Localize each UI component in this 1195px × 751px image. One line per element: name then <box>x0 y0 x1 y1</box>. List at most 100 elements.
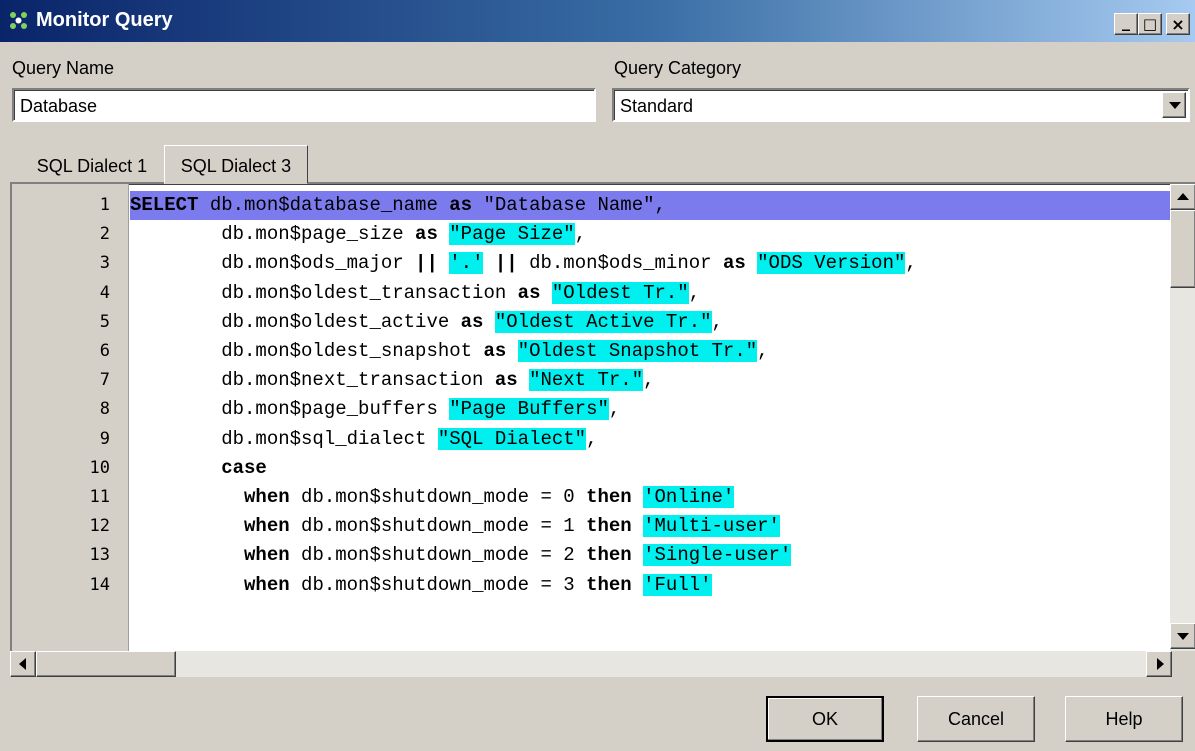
scroll-down-button[interactable] <box>1170 623 1195 649</box>
title-bar: Monitor Query _ □ × <box>0 0 1195 42</box>
horizontal-scrollbar[interactable] <box>10 651 1172 677</box>
sql-text: , <box>757 340 769 362</box>
sql-keyword: as <box>415 223 438 246</box>
sql-text: db.mon$shutdown_mode = 0 <box>289 486 587 508</box>
line-number: 12 <box>89 516 110 537</box>
monitor-query-icon <box>10 12 27 29</box>
chevron-down-icon <box>1169 102 1181 109</box>
line-number: 13 <box>89 545 110 566</box>
ok-label: OK <box>811 708 838 729</box>
code-line[interactable]: db.mon$sql_dialect "SQL Dialect", <box>130 425 598 454</box>
sql-text: , <box>643 369 655 392</box>
ok-button[interactable]: OK <box>766 696 884 742</box>
sql-keyword: case <box>221 456 267 479</box>
scroll-left-button[interactable] <box>10 651 36 677</box>
sql-string: 'Full' <box>643 573 712 596</box>
sql-keyword: || <box>415 252 438 275</box>
sql-keyword: as <box>517 281 541 304</box>
sql-keyword: || <box>494 252 518 275</box>
sql-keyword: then <box>586 515 632 538</box>
tab-label: SQL Dialect 1 <box>36 156 148 176</box>
sql-text: , <box>586 427 598 450</box>
sql-keyword: as <box>449 194 473 216</box>
code-line[interactable]: when db.mon$shutdown_mode = 2 then 'Sing… <box>130 541 792 570</box>
help-label: Help <box>1105 708 1143 729</box>
horizontal-scroll-thumb[interactable] <box>36 651 176 677</box>
code-line[interactable]: db.mon$oldest_active as "Oldest Active T… <box>130 308 723 337</box>
code-line[interactable]: db.mon$next_transaction as "Next Tr.", <box>130 366 655 395</box>
category-dropdown-button[interactable] <box>1162 92 1186 118</box>
sql-editor[interactable]: 1 2 3 4 5 6 7 8 9 10 11 12 13 14 SELECT db.mon$databa… <box>10 182 1195 677</box>
sql-text: , <box>608 398 621 421</box>
code-line[interactable]: db.mon$oldest_transaction as "Oldest Tr.… <box>130 279 700 308</box>
query-category-select[interactable]: Standard <box>612 88 1190 122</box>
sql-text: db.mon$next_transaction <box>130 369 495 392</box>
help-button[interactable]: Help <box>1065 696 1183 742</box>
line-number: 10 <box>89 457 110 478</box>
sql-text: db.mon$database_name <box>198 194 450 216</box>
sql-string: "SQL Dialect" <box>437 427 587 450</box>
sql-text: , <box>688 281 701 304</box>
arrow-down-icon <box>1177 633 1189 640</box>
cancel-button[interactable]: Cancel <box>917 696 1035 742</box>
code-line[interactable]: db.mon$page_size as "Page Size", <box>130 220 586 249</box>
vertical-scrollbar[interactable] <box>1170 184 1195 675</box>
line-number: 6 <box>99 341 110 361</box>
cancel-label: Cancel <box>947 708 1005 729</box>
code-line[interactable]: db.mon$oldest_snapshot as "Oldest Snapsh… <box>130 337 769 366</box>
sql-keyword: as <box>722 252 746 275</box>
tab-sql-dialect-1[interactable]: SQL Dialect 1 <box>20 148 164 182</box>
code-line-selected[interactable]: SELECT db.mon$database_name as "Database… <box>130 191 1173 220</box>
scroll-up-button[interactable] <box>1170 184 1195 210</box>
line-number: 1 <box>99 195 110 215</box>
sql-string: "Page Buffers" <box>449 398 609 421</box>
sql-string: 'Multi-user' <box>643 515 780 538</box>
line-number: 4 <box>99 282 110 303</box>
maximize-button[interactable]: □ <box>1138 13 1162 35</box>
code-line[interactable]: case <box>130 454 267 483</box>
query-category-label: Query Category <box>614 58 742 78</box>
sql-text: db.mon$sql_dialect <box>130 427 438 450</box>
close-button[interactable]: × <box>1166 13 1190 35</box>
sql-keyword: when <box>244 515 290 538</box>
code-line[interactable]: db.mon$page_buffers "Page Buffers", <box>130 395 620 424</box>
sql-text: db.mon$oldest_transaction <box>130 281 518 304</box>
line-number: 8 <box>99 399 110 420</box>
line-number: 11 <box>89 487 110 507</box>
sql-string: 'Single-user' <box>643 544 792 567</box>
line-number: 5 <box>99 311 110 332</box>
line-number-gutter: 1 2 3 4 5 6 7 8 9 10 11 12 13 14 <box>12 184 129 675</box>
code-line[interactable]: when db.mon$shutdown_mode = 0 then 'Onli… <box>130 483 735 512</box>
sql-keyword: as <box>494 369 518 392</box>
sql-text: db.mon$oldest_active <box>130 310 461 333</box>
vertical-scroll-thumb[interactable] <box>1170 210 1195 288</box>
sql-keyword: SELECT <box>130 194 199 216</box>
sql-keyword: when <box>244 573 290 596</box>
sql-text: db.mon$shutdown_mode = 2 <box>289 544 587 567</box>
code-line[interactable]: when db.mon$shutdown_mode = 3 then 'Full… <box>130 571 712 600</box>
sql-keyword: when <box>244 544 290 567</box>
minimize-button[interactable]: _ <box>1114 12 1138 35</box>
window-title: Monitor Query <box>36 9 173 31</box>
sql-string: 'Online' <box>643 486 735 508</box>
sql-string: "ODS Version" <box>757 252 906 275</box>
code-line[interactable]: when db.mon$shutdown_mode = 1 then 'Mult… <box>130 512 780 541</box>
sql-text: db.mon$shutdown_mode = 1 <box>289 515 587 538</box>
query-name-input[interactable]: Database <box>12 88 596 122</box>
sql-text: db.mon$ods_major <box>130 252 416 275</box>
scroll-right-button[interactable] <box>1146 651 1172 677</box>
query-name-label: Query Name <box>12 58 115 78</box>
sql-keyword: as <box>483 340 507 362</box>
sql-text: db.mon$page_size <box>130 223 416 246</box>
sql-text: db.mon$shutdown_mode = 3 <box>289 573 587 596</box>
code-line[interactable]: db.mon$ods_major || '.' || db.mon$ods_mi… <box>130 249 917 278</box>
tab-sql-dialect-3[interactable]: SQL Dialect 3 <box>164 145 308 184</box>
query-category-value: Standard <box>620 96 694 116</box>
